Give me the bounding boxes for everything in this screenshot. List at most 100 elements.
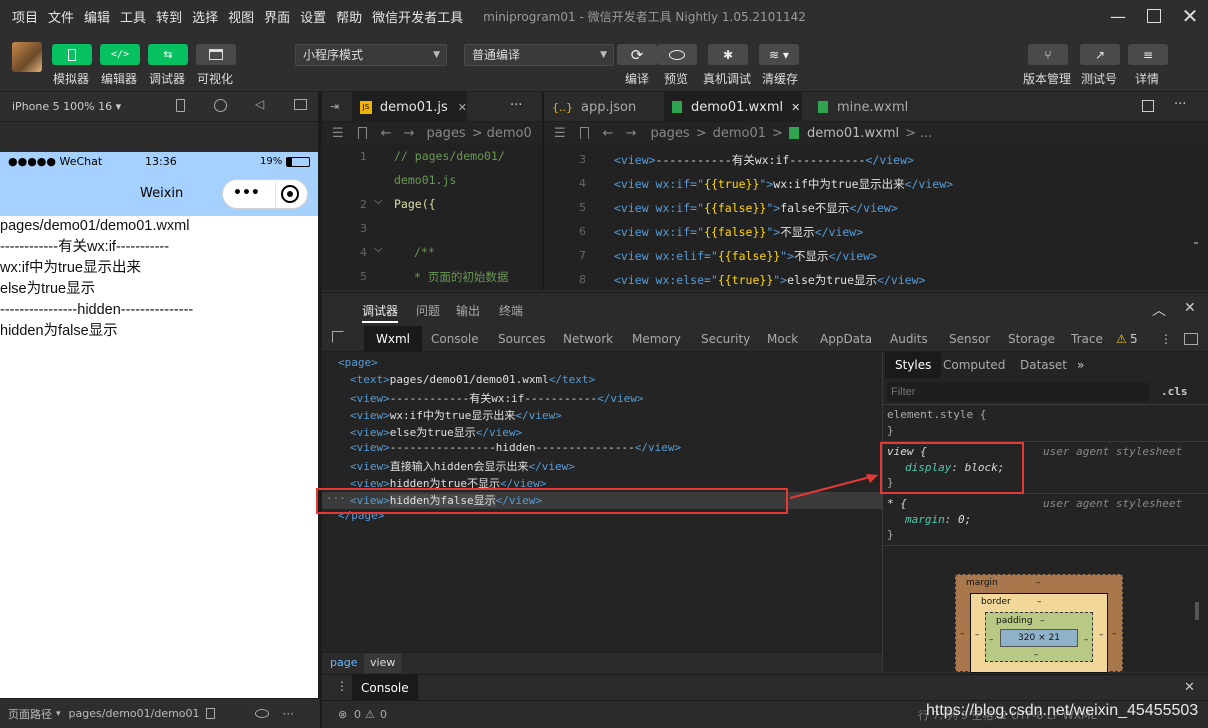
capsule-menu[interactable]: •••	[222, 179, 308, 209]
tab-wxml[interactable]: Wxml	[364, 326, 422, 352]
tab-problems[interactable]: 问题	[416, 302, 440, 319]
split-icon[interactable]: ⇥	[330, 100, 339, 113]
menu-settings[interactable]: 设置	[300, 7, 326, 26]
tab-sensor[interactable]: Sensor	[949, 326, 990, 352]
tab-trace[interactable]: Trace	[1071, 326, 1103, 352]
tab-output[interactable]: 输出	[456, 302, 480, 319]
menu-project[interactable]: 项目	[12, 7, 38, 26]
wxml-node[interactable]: <view>------------有关wx:if-----------</vi…	[322, 390, 882, 407]
forward-icon[interactable]: →	[626, 126, 637, 141]
styles-filter-input[interactable]	[887, 382, 1149, 402]
kebab-menu-icon[interactable]: ⋮	[1160, 326, 1172, 352]
close-tab-icon[interactable]: ✕	[791, 101, 800, 114]
close-icon[interactable]: ✕	[1184, 300, 1196, 316]
bookmark-icon[interactable]	[579, 127, 589, 139]
page-path-label[interactable]: 页面路径	[8, 706, 52, 722]
menu-file[interactable]: 文件	[48, 7, 74, 26]
more-icon[interactable]: ···	[283, 707, 294, 721]
dock-icon[interactable]	[1184, 333, 1198, 345]
visual-toggle[interactable]	[196, 44, 236, 65]
menu-edit[interactable]: 编辑	[84, 7, 110, 26]
scrollbar[interactable]	[1195, 602, 1199, 620]
wxml-node[interactable]: <view>wx:if中为true显示出来</view>	[322, 407, 882, 424]
more-icon[interactable]: ···	[510, 98, 522, 113]
record-icon[interactable]	[214, 99, 227, 112]
remote-debug-button[interactable]: ✱	[708, 44, 748, 65]
compile-button[interactable]: ⟳	[617, 44, 657, 65]
tab-terminal[interactable]: 终端	[499, 302, 523, 319]
close-miniprogram-icon[interactable]	[281, 185, 299, 203]
code-editor-left[interactable]: 1 2 ⌵ 3 4 ⌵ 5 // pages/demo01/ demo01.js…	[322, 144, 542, 290]
chevron-right-icon[interactable]: »	[1077, 352, 1084, 378]
warning-icon[interactable]: ⚠	[1116, 326, 1127, 352]
tab-mine-wxml[interactable]: mine.wxml	[810, 92, 920, 122]
tab-audits[interactable]: Audits	[890, 326, 928, 352]
tab-appdata[interactable]: AppData	[820, 326, 872, 352]
tab-console[interactable]: Console	[431, 326, 479, 352]
fold-icon[interactable]: ⌵	[374, 194, 382, 208]
chevron-up-icon[interactable]: ︿	[1152, 300, 1166, 320]
tab-network[interactable]: Network	[563, 326, 613, 352]
list-icon[interactable]: ☰	[332, 126, 344, 141]
avatar[interactable]	[12, 42, 42, 72]
preview-button[interactable]	[657, 44, 697, 65]
menu-view[interactable]: 视图	[228, 7, 254, 26]
crumb-item[interactable]: demo01	[713, 126, 766, 141]
crumb-view[interactable]: view	[364, 653, 402, 673]
tab-debugger[interactable]: 调试器	[362, 302, 399, 323]
crumb-item[interactable]: pages	[426, 126, 465, 141]
test-account-button[interactable]: ↗	[1080, 44, 1120, 65]
mode-select[interactable]: 小程序模式 ▼	[295, 44, 447, 66]
bookmark-icon[interactable]	[357, 127, 367, 139]
tab-app-json[interactable]: {..} app.json	[544, 92, 662, 122]
close-icon[interactable]: ✕	[1184, 680, 1195, 695]
crumb-page[interactable]: page	[330, 656, 357, 669]
wxml-node[interactable]: <page>	[322, 356, 882, 373]
list-icon[interactable]: ☰	[554, 126, 566, 141]
error-icon[interactable]: ⊗	[338, 708, 347, 721]
cls-toggle[interactable]: .cls	[1161, 385, 1188, 398]
forward-icon[interactable]: →	[404, 126, 415, 141]
maximize-icon[interactable]	[1136, 0, 1172, 32]
minimize-icon[interactable]: —	[1100, 0, 1136, 32]
version-button[interactable]: ⑂	[1028, 44, 1068, 65]
compile-mode-select[interactable]: 普通编译 ▼	[464, 44, 614, 66]
device-select[interactable]: iPhone 5 100% 16 ▾	[12, 100, 121, 113]
menu-help[interactable]: 帮助	[336, 7, 362, 26]
menu-interface[interactable]: 界面	[264, 7, 290, 26]
crumb-item[interactable]: demo0	[487, 126, 532, 141]
close-tab-icon[interactable]: ✕	[458, 101, 467, 114]
debugger-toggle[interactable]: ⇆	[148, 44, 188, 65]
details-button[interactable]: ≡	[1128, 44, 1168, 65]
menu-select[interactable]: 选择	[192, 7, 218, 26]
wxml-node[interactable]: <view>else为true显示</view>	[322, 424, 882, 441]
kebab-menu-icon[interactable]: ⋮	[336, 679, 348, 693]
tab-mock[interactable]: Mock	[767, 326, 798, 352]
code-editor-right[interactable]: 3 <view>-----------有关wx:if-----------</vi…	[544, 144, 1208, 290]
volume-icon[interactable]: ◁	[255, 97, 264, 111]
tab-storage[interactable]: Storage	[1008, 326, 1055, 352]
copy-icon[interactable]	[205, 708, 215, 719]
warning-icon[interactable]: ⚠	[365, 708, 375, 721]
tab-computed[interactable]: Computed	[943, 352, 1005, 378]
fold-icon[interactable]: ⌵	[374, 242, 382, 256]
tab-styles[interactable]: Styles	[885, 352, 942, 378]
clear-cache-button[interactable]: ≋ ▾	[759, 44, 799, 65]
split-editor-icon[interactable]	[1142, 100, 1154, 112]
tab-security[interactable]: Security	[701, 326, 750, 352]
tab-demo01-wxml[interactable]: demo01.wxml ✕	[664, 92, 802, 122]
menu-tools[interactable]: 工具	[120, 7, 146, 26]
tab-sources[interactable]: Sources	[498, 326, 545, 352]
crumb-item[interactable]: pages	[650, 126, 689, 141]
more-icon[interactable]: ···	[1174, 97, 1186, 112]
menu-wechat-devtools[interactable]: 微信开发者工具	[372, 7, 463, 26]
tab-demo01-js[interactable]: JS demo01.js ✕	[352, 92, 467, 122]
eye-icon[interactable]	[254, 709, 269, 718]
tab-dataset[interactable]: Dataset	[1020, 352, 1067, 378]
close-icon[interactable]: ✕	[1172, 0, 1208, 32]
crumb-item[interactable]: ...	[920, 126, 932, 141]
inspect-icon[interactable]	[332, 331, 344, 343]
popout-icon[interactable]	[294, 99, 307, 110]
back-icon[interactable]: ←	[381, 126, 392, 141]
more-icon[interactable]: •••	[233, 185, 260, 201]
